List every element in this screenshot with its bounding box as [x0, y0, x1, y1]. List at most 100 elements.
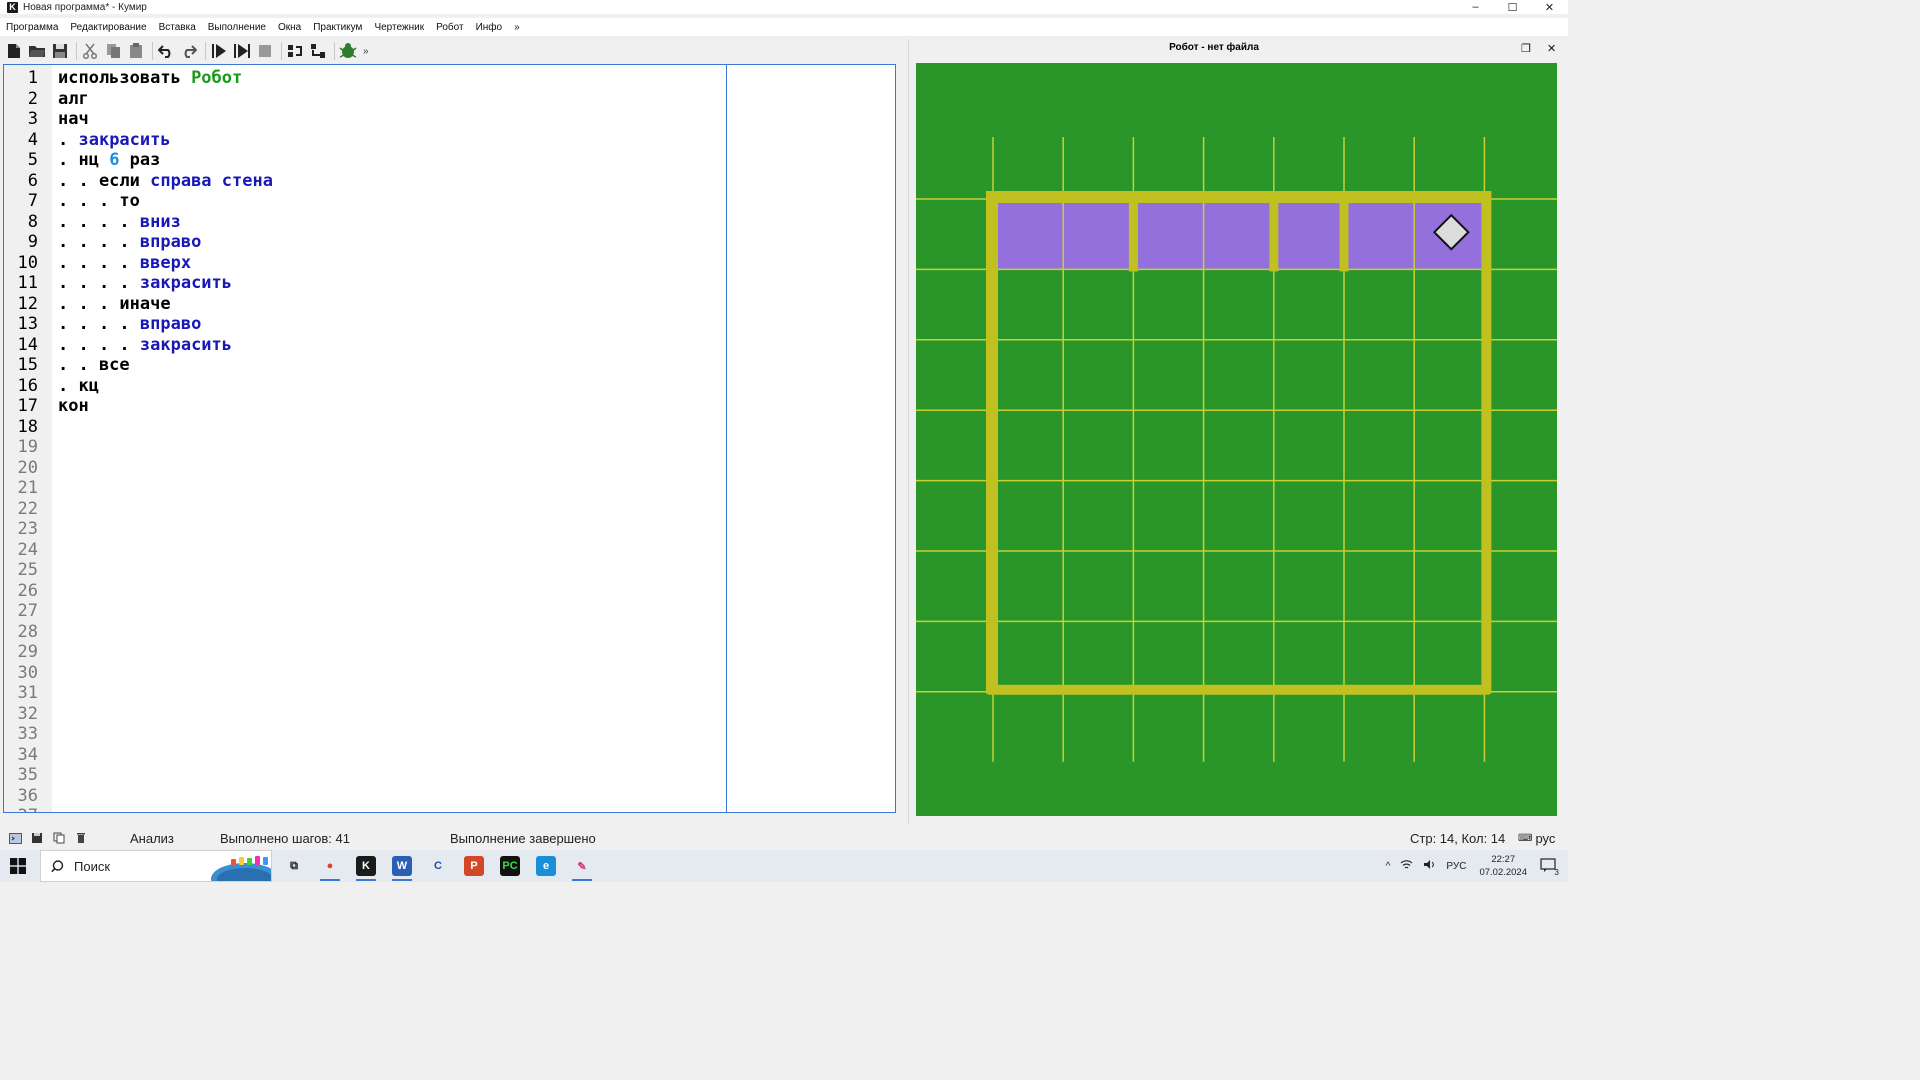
run-icon[interactable] [209, 41, 229, 61]
input-language[interactable]: РУС [1446, 861, 1466, 872]
paste-icon[interactable] [126, 41, 146, 61]
step-over-icon[interactable] [285, 41, 305, 61]
keyboard-layout[interactable]: ⌨ рус [1518, 831, 1555, 846]
notifications-count: 3 [1554, 867, 1559, 877]
windows-start-button[interactable] [0, 850, 36, 882]
menu-more[interactable]: » [508, 22, 526, 33]
menu-info[interactable]: Инфо [470, 22, 509, 33]
line-number: 13 [17, 314, 38, 334]
wifi-icon[interactable] [1400, 859, 1413, 873]
line-number: 8 [27, 211, 38, 232]
save-output-icon[interactable] [30, 831, 44, 845]
open-folder-icon[interactable] [27, 41, 47, 61]
copy-icon[interactable] [103, 41, 123, 61]
notifications-icon[interactable]: 3 [1540, 857, 1559, 877]
redo-icon[interactable] [179, 41, 199, 61]
chrome-taskbar-button[interactable]: ● [312, 850, 348, 882]
code-line[interactable]: . . . иначе [58, 294, 273, 315]
code-line[interactable]: . . . . вправо [58, 232, 273, 253]
code-token: справа стена [150, 170, 273, 191]
stop-icon[interactable] [255, 41, 275, 61]
line-number: 3 [27, 109, 38, 129]
pycharm-taskbar-button[interactable]: PC [492, 850, 528, 882]
painted-cell [1273, 199, 1344, 270]
clear-output-icon[interactable] [74, 831, 88, 845]
keyboard-layout-label: рус [1535, 830, 1556, 846]
task-view-taskbar-button[interactable]: ⧉ [276, 850, 312, 882]
code-token: Робот [191, 68, 243, 88]
kumir-icon: K [356, 856, 376, 876]
menu-drawer[interactable]: Чертежник [368, 22, 430, 33]
app-c-taskbar-button[interactable]: C [420, 850, 456, 882]
program-text[interactable]: использовать Робот алг нач. закрасить. нц … [58, 68, 273, 417]
code-token: кон [58, 396, 89, 416]
word-taskbar-button[interactable]: W [384, 850, 420, 882]
step-into-icon[interactable] [308, 41, 328, 61]
windows-logo-icon [10, 858, 26, 874]
robot-bug-icon[interactable] [338, 41, 358, 61]
code-line[interactable]: . закрасить [58, 130, 273, 151]
robot-field[interactable] [916, 63, 1557, 816]
console-icon[interactable] [8, 831, 22, 845]
edge-taskbar-button[interactable]: e [528, 850, 564, 882]
code-token: . . все [58, 355, 130, 375]
code-line[interactable]: . . . . закрасить [58, 335, 273, 356]
code-line[interactable]: . . если справа стена [58, 171, 273, 192]
menu-edit[interactable]: Редактирование [64, 22, 152, 33]
step-run-icon[interactable] [232, 41, 252, 61]
paint-taskbar-button[interactable]: ✎ [564, 850, 600, 882]
menu-run[interactable]: Выполнение [202, 22, 272, 33]
powerpoint-taskbar-button[interactable]: P [456, 850, 492, 882]
code-line[interactable]: кон [58, 396, 273, 417]
line-number: 16 [17, 375, 38, 396]
volume-icon[interactable] [1423, 859, 1436, 873]
code-line[interactable]: . . все [58, 355, 273, 376]
code-area[interactable]: использовать Робот алг нач. закрасить. нц … [52, 65, 727, 812]
menu-practicum[interactable]: Практикум [307, 22, 368, 33]
wall [986, 191, 998, 694]
code-line[interactable]: . . . . вверх [58, 253, 273, 274]
close-button[interactable]: ✕ [1531, 0, 1568, 14]
line-number: 26 [17, 580, 38, 601]
maximize-button[interactable]: ☐ [1494, 0, 1531, 14]
tray-chevron-icon[interactable]: ^ [1386, 861, 1391, 872]
code-token: . кц [58, 375, 99, 396]
code-line[interactable]: нач [58, 109, 273, 130]
code-editor[interactable]: 1 2 3 4 5 6 7 8 9 10 11 12 13 14 15 16 17 18 19 20 21 22 23 24 2… [3, 64, 896, 813]
menu-windows[interactable]: Окна [272, 22, 307, 33]
copy-output-icon[interactable] [52, 831, 66, 845]
code-line[interactable]: . нц 6 раз [58, 150, 273, 171]
code-token: . . . иначе [58, 293, 171, 314]
line-number: 4 [27, 129, 38, 150]
clock[interactable]: 22:27 07.02.2024 [1479, 853, 1527, 879]
menu-insert[interactable]: Вставка [153, 22, 202, 33]
code-token: . . . . [58, 334, 140, 355]
new-file-icon[interactable] [4, 41, 24, 61]
kumir-taskbar-button[interactable]: K [348, 850, 384, 882]
search-placeholder: Поиск [74, 858, 111, 874]
minimize-button[interactable]: – [1457, 0, 1494, 14]
undo-icon[interactable] [156, 41, 176, 61]
code-token: вправо [139, 314, 202, 334]
code-line[interactable]: использовать Робот [58, 68, 273, 89]
line-number: 2 [27, 88, 38, 109]
toolbar-more[interactable]: » [363, 46, 369, 57]
close-icon[interactable]: ✕ [1547, 42, 1556, 55]
code-line[interactable]: . . . . вниз [58, 212, 273, 233]
menu-program[interactable]: Программа [0, 22, 64, 33]
code-line[interactable]: . . . . закрасить [58, 273, 273, 294]
cut-icon[interactable] [80, 41, 100, 61]
code-line[interactable]: . . . . вправо [58, 314, 273, 335]
painted-cell [993, 199, 1064, 270]
code-line[interactable]: . кц [58, 376, 273, 397]
line-numbers: 1 2 3 4 5 6 7 8 9 10 11 12 13 14 15 16 17 18 19 20 21 22 23 24 2… [4, 68, 38, 812]
menu-robot[interactable]: Робот [430, 22, 469, 33]
code-line[interactable]: алг [58, 89, 273, 110]
code-token: 6 [109, 150, 120, 170]
painted-cell [1203, 199, 1274, 270]
save-icon[interactable] [50, 41, 70, 61]
execution-status: Выполнение завершено [450, 830, 596, 846]
code-line[interactable]: . . . то [58, 191, 273, 212]
restore-icon[interactable]: ❐ [1521, 42, 1531, 55]
taskbar-search[interactable]: Поиск [40, 850, 272, 882]
